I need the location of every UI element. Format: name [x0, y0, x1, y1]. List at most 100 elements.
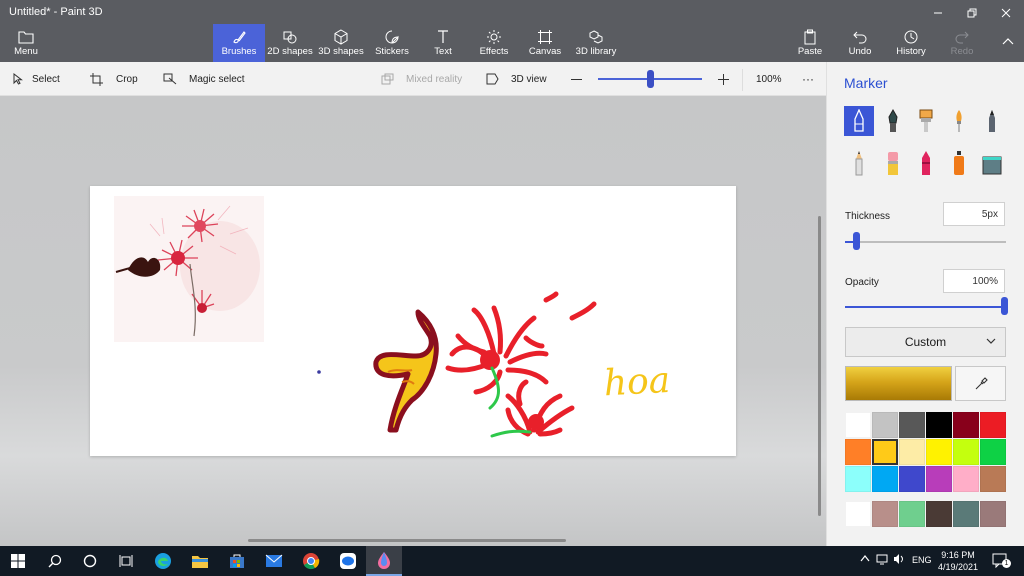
redo-button[interactable]: Redo — [950, 24, 974, 62]
tab-canvas-label: Canvas — [528, 46, 562, 57]
store-app[interactable] — [219, 546, 255, 576]
task-view-button[interactable] — [108, 546, 144, 576]
restore-button[interactable] — [956, 2, 988, 24]
drawing-canvas[interactable]: hoa — [90, 186, 736, 456]
thickness-slider-thumb[interactable] — [853, 232, 860, 250]
color-swatch[interactable] — [872, 466, 898, 492]
clock-time: 9:16 PM — [941, 550, 975, 560]
zoom-out-button[interactable] — [571, 62, 582, 96]
undo-button[interactable]: Undo — [847, 24, 873, 62]
paste-button[interactable]: Paste — [796, 24, 824, 62]
chrome-app[interactable] — [293, 546, 329, 576]
sticker-icon — [385, 30, 399, 43]
network-button[interactable] — [876, 553, 888, 568]
color-swatch[interactable] — [899, 412, 925, 438]
opacity-input[interactable]: 100% — [943, 269, 1005, 293]
tab-brushes[interactable]: Brushes — [213, 24, 265, 62]
search-button[interactable] — [37, 546, 73, 576]
thickness-slider-track[interactable] — [845, 241, 1006, 243]
3d-view-button[interactable]: 3D view — [486, 62, 547, 96]
tab-effects[interactable]: Effects — [474, 24, 514, 62]
minimize-button[interactable] — [922, 2, 954, 24]
collapse-ribbon-button[interactable] — [992, 30, 1024, 52]
color-swatch[interactable] — [845, 412, 871, 438]
edge-app[interactable] — [145, 546, 181, 576]
thickness-input[interactable]: 5px — [943, 202, 1005, 226]
color-swatch[interactable] — [845, 439, 871, 465]
workspace: hoa — [0, 96, 826, 546]
color-swatch[interactable] — [980, 412, 1006, 438]
color-swatch[interactable] — [872, 412, 898, 438]
cortana-button[interactable] — [72, 546, 108, 576]
custom-color-swatch[interactable] — [899, 501, 925, 527]
paint3d-app[interactable] — [366, 546, 402, 576]
vertical-scrollbar[interactable] — [818, 216, 821, 516]
canvas-icon — [538, 29, 552, 44]
brush-icon — [233, 30, 246, 43]
file-explorer-app[interactable] — [182, 546, 218, 576]
color-swatch[interactable] — [926, 439, 952, 465]
color-swatch[interactable] — [953, 439, 979, 465]
custom-color-swatch[interactable] — [953, 501, 979, 527]
tab-text[interactable]: Text — [424, 24, 462, 62]
color-swatch[interactable] — [980, 439, 1006, 465]
start-button[interactable] — [0, 546, 36, 576]
color-swatch[interactable] — [926, 412, 952, 438]
language-indicator[interactable]: ENG — [912, 555, 932, 565]
horizontal-scrollbar[interactable] — [248, 539, 566, 542]
brush-marker[interactable] — [844, 106, 874, 136]
custom-color-swatch[interactable] — [845, 501, 871, 527]
volume-button[interactable] — [893, 553, 905, 568]
brush-calligraphy[interactable] — [878, 106, 908, 136]
color-swatch[interactable] — [953, 466, 979, 492]
select-button[interactable]: Select — [12, 62, 60, 96]
color-swatch[interactable] — [980, 466, 1006, 492]
select-label: Select — [32, 73, 60, 85]
history-button[interactable]: History — [895, 24, 927, 62]
tab-stickers[interactable]: Stickers — [371, 24, 413, 62]
color-swatch[interactable] — [872, 439, 898, 465]
clock[interactable]: 9:16 PM 4/19/2021 — [936, 549, 980, 573]
brush-pixel[interactable] — [977, 106, 1007, 136]
color-swatch[interactable] — [926, 466, 952, 492]
tab-2d-shapes[interactable]: 2D shapes — [267, 24, 313, 62]
color-swatch[interactable] — [899, 466, 925, 492]
zalo-app[interactable] — [330, 546, 366, 576]
eyedropper-button[interactable] — [955, 366, 1006, 401]
zoom-slider-thumb[interactable] — [647, 70, 654, 88]
action-center-button[interactable]: 1 — [992, 552, 1011, 571]
custom-color-swatch[interactable] — [926, 501, 952, 527]
zoom-level[interactable]: 100% — [756, 62, 782, 96]
menu-button[interactable]: Menu — [6, 24, 46, 62]
brush-watercolor[interactable] — [944, 106, 974, 136]
brush-eraser[interactable] — [878, 148, 908, 178]
color-swatch[interactable] — [953, 412, 979, 438]
spraycan-icon — [954, 151, 964, 175]
opacity-slider-thumb[interactable] — [1001, 297, 1008, 315]
mail-app[interactable] — [256, 546, 292, 576]
close-button[interactable] — [990, 2, 1022, 24]
panel-title: Marker — [844, 75, 888, 91]
more-options-button[interactable]: ··· — [802, 62, 814, 96]
custom-color-swatch[interactable] — [980, 501, 1006, 527]
crop-button[interactable]: Crop — [90, 62, 138, 96]
effects-icon — [487, 29, 501, 44]
brush-crayon[interactable] — [911, 148, 941, 178]
zoom-in-button[interactable] — [718, 62, 729, 96]
color-swatch[interactable] — [845, 466, 871, 492]
tab-3d-shapes[interactable]: 3D shapes — [318, 24, 364, 62]
color-swatch[interactable] — [899, 439, 925, 465]
brush-spraycan[interactable] — [944, 148, 974, 178]
brush-pencil[interactable] — [844, 148, 874, 178]
current-color-swatch[interactable] — [845, 366, 952, 401]
custom-color-swatch[interactable] — [872, 501, 898, 527]
color-mode-dropdown[interactable]: Custom — [845, 327, 1006, 357]
brush-fill[interactable] — [977, 148, 1007, 178]
magic-select-button[interactable]: Magic select — [163, 62, 245, 96]
brush-oil[interactable] — [911, 106, 941, 136]
tab-3d-library[interactable]: 3D library — [574, 24, 618, 62]
mixed-reality-button[interactable]: Mixed reality — [381, 62, 462, 96]
flower-image — [114, 196, 264, 342]
show-hidden-icons-button[interactable] — [860, 553, 870, 565]
tab-canvas[interactable]: Canvas — [526, 24, 564, 62]
